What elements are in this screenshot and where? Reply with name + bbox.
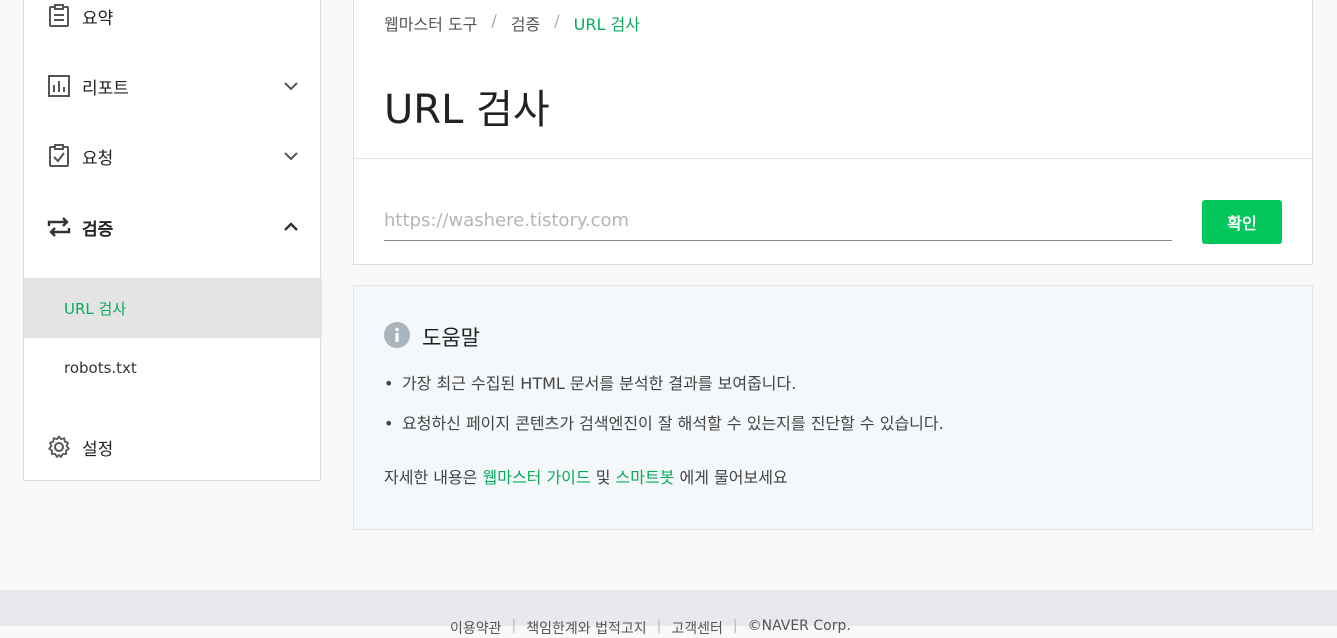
sidebar-item-label: 리포트 bbox=[82, 78, 129, 99]
webmaster-guide-link[interactable]: 웹마스터 가이드 bbox=[483, 468, 591, 487]
footer-link-terms[interactable]: 이용약관 bbox=[450, 618, 502, 638]
help-bullet: 요청하신 페이지 콘텐츠가 검색엔진이 잘 해석할 수 있는지를 진단할 수 있… bbox=[384, 414, 944, 434]
help-header: 도움말 bbox=[384, 322, 480, 352]
help-more-text: 자세한 내용은 웹마스터 가이드 및 스마트봇 에게 물어보세요 bbox=[384, 468, 788, 488]
swap-arrows-icon bbox=[46, 214, 72, 240]
breadcrumb-separator: / bbox=[554, 11, 560, 30]
sidebar-item-label: 검증 bbox=[82, 219, 114, 240]
sidebar-item-label: 설정 bbox=[82, 439, 114, 460]
sidebar-item-summary[interactable]: 요약 bbox=[24, 0, 322, 41]
footer: 이용약관 | 책임한계와 법적고지 | 고객센터 | ©NAVER Corp. bbox=[0, 590, 1337, 637]
url-inspect-panel: 웹마스터 도구 / 검증 / URL 검사 URL 검사 확인 bbox=[353, 0, 1313, 265]
footer-link-support[interactable]: 고객센터 bbox=[671, 618, 723, 638]
footer-separator: | bbox=[732, 618, 738, 634]
info-icon bbox=[384, 322, 410, 352]
clipboard-icon bbox=[46, 3, 72, 29]
clipboard-check-icon bbox=[46, 143, 72, 169]
sidebar-item-label: 요약 bbox=[82, 8, 114, 29]
breadcrumb: 웹마스터 도구 / 검증 / URL 검사 bbox=[384, 11, 640, 35]
url-input[interactable] bbox=[384, 201, 1172, 241]
sidebar-item-verify[interactable]: 검증 bbox=[24, 202, 322, 252]
sidebar-item-request[interactable]: 요청 bbox=[24, 131, 322, 181]
help-more-suffix: 에게 물어보세요 bbox=[674, 468, 788, 487]
sidebar-subitem-robots[interactable]: robots.txt bbox=[24, 338, 322, 398]
sidebar: 요약 리포트 요청 검증 URL 검사 robots.txt 설정 bbox=[23, 0, 322, 481]
chevron-down-icon bbox=[284, 152, 298, 161]
divider bbox=[354, 158, 1312, 159]
help-more-prefix: 자세한 내용은 bbox=[384, 468, 483, 487]
chart-icon bbox=[46, 73, 72, 99]
page-title: URL 검사 bbox=[384, 87, 550, 133]
sidebar-item-settings[interactable]: 설정 bbox=[24, 422, 322, 472]
sidebar-subitem-url-inspect[interactable]: URL 검사 bbox=[24, 278, 322, 338]
breadcrumb-separator: / bbox=[491, 11, 497, 30]
footer-copyright: ©NAVER Corp. bbox=[747, 618, 851, 634]
chevron-down-icon bbox=[284, 82, 298, 91]
confirm-button[interactable]: 확인 bbox=[1202, 200, 1282, 244]
footer-separator: | bbox=[511, 618, 517, 634]
breadcrumb-item-current: URL 검사 bbox=[573, 15, 640, 34]
help-list: 가장 최근 수집된 HTML 문서를 분석한 결과를 보여줍니다. 요청하신 페… bbox=[384, 374, 944, 454]
gear-icon bbox=[46, 434, 72, 460]
footer-links: 이용약관 | 책임한계와 법적고지 | 고객센터 | ©NAVER Corp. bbox=[450, 618, 851, 638]
sidebar-item-label: 요청 bbox=[82, 148, 114, 169]
chevron-up-icon bbox=[284, 222, 298, 231]
help-title: 도움말 bbox=[422, 326, 480, 350]
smartbot-link[interactable]: 스마트봇 bbox=[616, 468, 675, 487]
breadcrumb-item-webmaster[interactable]: 웹마스터 도구 bbox=[384, 11, 477, 35]
breadcrumb-item-verify[interactable]: 검증 bbox=[511, 11, 540, 35]
help-more-conj: 및 bbox=[590, 468, 616, 487]
help-bullet: 가장 최근 수집된 HTML 문서를 분석한 결과를 보여줍니다. bbox=[384, 374, 944, 394]
sidebar-item-report[interactable]: 리포트 bbox=[24, 61, 322, 111]
footer-link-legal[interactable]: 책임한계와 법적고지 bbox=[526, 618, 646, 638]
help-box: 도움말 가장 최근 수집된 HTML 문서를 분석한 결과를 보여줍니다. 요청… bbox=[353, 285, 1313, 530]
footer-separator: | bbox=[656, 618, 662, 634]
